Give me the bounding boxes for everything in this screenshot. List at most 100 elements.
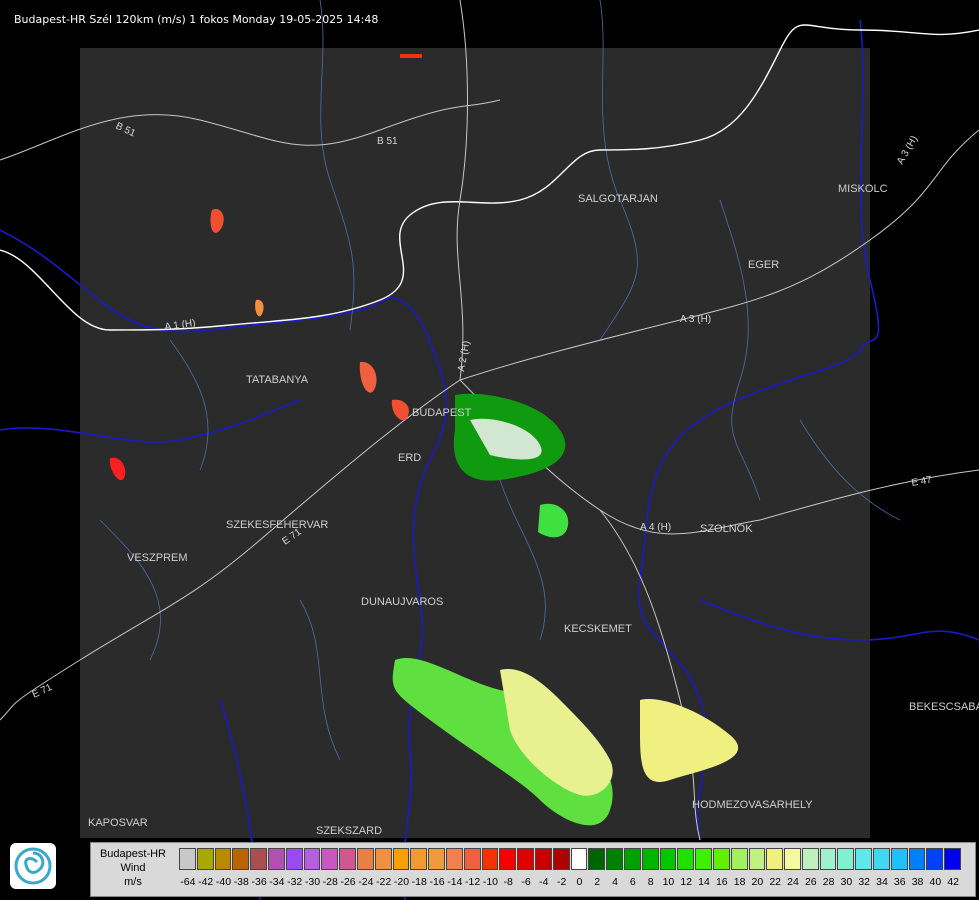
legend-swatch	[570, 848, 588, 870]
legend-swatch	[552, 848, 570, 870]
city-label: VESZPREM	[127, 552, 188, 564]
legend-swatch	[534, 848, 552, 870]
legend-swatch	[890, 848, 908, 870]
legend-swatch	[499, 848, 517, 870]
legend-swatch	[748, 848, 766, 870]
legend-swatch	[641, 848, 659, 870]
legend-title-line: Wind	[120, 862, 146, 874]
radar-map: SALGOTARJAN MISKOLC EGER TATABANYA BUDAP…	[0, 0, 979, 900]
legend-tick: 2	[594, 876, 601, 888]
legend-swatch	[801, 848, 819, 870]
legend-tick: -32	[287, 876, 303, 888]
legend-swatch	[730, 848, 748, 870]
legend-title: Budapest-HR Wind m/s	[91, 847, 175, 889]
legend-swatch	[588, 848, 606, 870]
legend-swatch	[445, 848, 463, 870]
wind-legend: Budapest-HR Wind m/s -64 -42 -40 -38 -36 -34-…	[90, 842, 976, 897]
legend-swatch	[374, 848, 392, 870]
road-label: B 51	[377, 136, 398, 147]
legend-swatch	[819, 848, 837, 870]
legend-swatch	[232, 848, 250, 870]
legend-tick: 18	[733, 876, 746, 888]
legend-tick: 30	[840, 876, 853, 888]
city-label: BEKESCSABA	[909, 701, 979, 713]
legend-tick: 22	[769, 876, 782, 888]
legend-tick: 20	[751, 876, 764, 888]
road-label: A 4 (H)	[640, 522, 671, 533]
legend-tick: -26	[340, 876, 356, 888]
legend-tick: 8	[647, 876, 654, 888]
legend-swatch	[784, 848, 801, 870]
legend-title-line: m/s	[124, 876, 142, 888]
legend-swatch	[214, 848, 232, 870]
legend-swatch	[303, 848, 321, 870]
omsz-swirl-logo-icon	[10, 843, 56, 889]
legend-swatch	[428, 848, 445, 870]
legend-swatch	[356, 848, 374, 870]
legend-swatch	[481, 848, 499, 870]
legend-swatch	[196, 848, 214, 870]
legend-tick: 10	[662, 876, 675, 888]
road-label: E 71	[31, 682, 55, 701]
legend-tick: -14	[447, 876, 463, 888]
legend-tick: -34	[269, 876, 285, 888]
city-label: SZEKSZARD	[316, 825, 382, 837]
legend-swatch	[837, 848, 855, 870]
legend-swatch	[677, 848, 695, 870]
legend-swatch	[944, 848, 962, 870]
page-title: Budapest-HR Szél 120km (m/s) 1 fokos Mon…	[14, 13, 379, 26]
legend-tick: -16	[429, 876, 445, 888]
legend-tick: -2	[556, 876, 567, 888]
legend-swatch	[321, 848, 339, 870]
city-label: HODMEZOVASARHELY	[692, 799, 813, 811]
legend-tick: -10	[482, 876, 499, 888]
road-label: A 3 (H)	[895, 134, 920, 166]
legend-swatch	[250, 848, 267, 870]
legend-tick: 28	[822, 876, 835, 888]
city-label: SZOLNOK	[700, 523, 753, 535]
legend-tick: -36	[251, 876, 267, 888]
legend-swatch	[873, 848, 890, 870]
legend-tick: 38	[911, 876, 924, 888]
city-label: BUDAPEST	[412, 407, 472, 419]
road-label: A 3 (H)	[680, 314, 711, 325]
legend-tick: 14	[698, 876, 710, 888]
legend-swatch	[267, 848, 285, 870]
legend-tick: -24	[358, 876, 374, 888]
legend-tick: 32	[858, 876, 871, 888]
legend-tick: -64	[180, 876, 196, 888]
legend-swatch	[179, 848, 196, 870]
legend-tick: 40	[929, 876, 942, 888]
legend-swatch	[606, 848, 623, 870]
legend-swatch	[766, 848, 784, 870]
legend-tick: -20	[393, 876, 410, 888]
legend-tick: 16	[715, 876, 728, 888]
legend-swatch	[659, 848, 677, 870]
legend-swatch	[392, 848, 410, 870]
legend-tick: -4	[539, 876, 549, 888]
legend-swatch	[285, 848, 303, 870]
city-label: DUNAUJVAROS	[361, 596, 443, 608]
legend-tick: 4	[612, 876, 618, 888]
city-label: EGER	[748, 259, 779, 271]
legend-tick: 12	[680, 876, 693, 888]
legend-tick: 0	[576, 876, 583, 888]
legend-swatch	[463, 848, 481, 870]
legend-swatch	[695, 848, 712, 870]
legend-tick: -8	[503, 876, 513, 888]
legend-tick: 36	[893, 876, 906, 888]
legend-tick: -12	[465, 876, 481, 888]
legend-tick: 6	[629, 876, 636, 888]
legend-swatch	[926, 848, 944, 870]
city-label: TATABANYA	[246, 374, 309, 386]
legend-swatch	[623, 848, 641, 870]
legend-tick: -38	[233, 876, 249, 888]
legend-tick: -28	[322, 876, 338, 888]
city-label: SZEKESFEHERVAR	[226, 519, 328, 531]
legend-tick: 26	[804, 876, 817, 888]
legend-swatch	[908, 848, 926, 870]
legend-tick: -42	[198, 876, 214, 888]
legend-tick: 34	[876, 876, 888, 888]
legend-ticks: -64 -42 -40 -38 -36 -34 -32 -30 -28 -26 -24 -22 -20-…	[179, 876, 962, 890]
legend-swatch	[855, 848, 873, 870]
